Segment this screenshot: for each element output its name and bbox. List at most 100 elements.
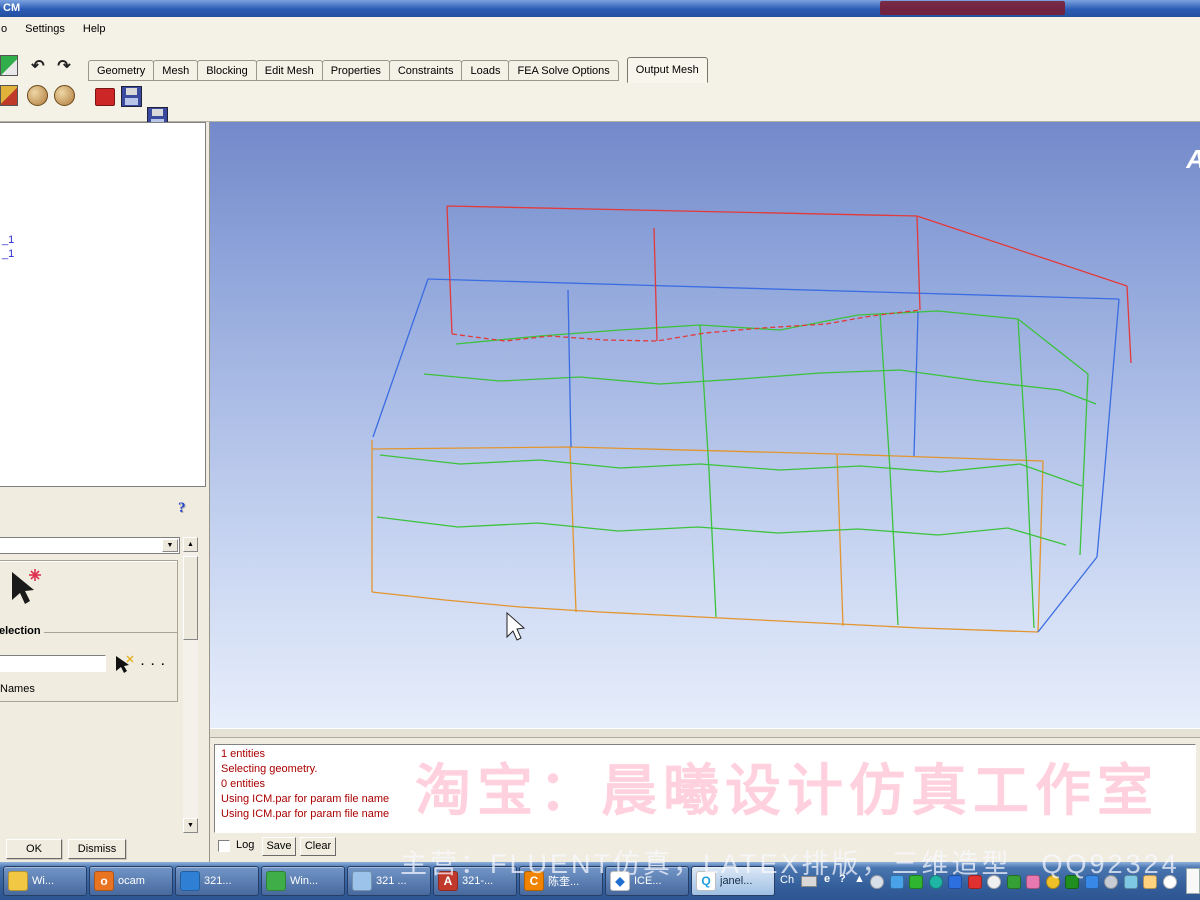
tray-icon[interactable] [1104,875,1118,889]
tray-icon[interactable] [1045,875,1060,889]
taskbar-button-label: 321-... [462,875,494,887]
media-window-icon [266,871,286,891]
taskbar-button-ocam[interactable]: o ocam [89,866,173,896]
splitter-handle[interactable] [210,728,1200,738]
tree-item[interactable]: _1 [0,233,205,247]
message-panel: 1 entities Selecting geometry. 0 entities U… [210,738,1200,862]
tab-properties[interactable]: Properties [321,60,390,81]
tray-glyph-item[interactable]: ? [839,873,846,885]
model-tree[interactable]: _1 _1 [0,122,206,487]
tray-icon[interactable] [1006,875,1021,889]
open-project-icon[interactable] [0,85,18,106]
tray-icon[interactable] [928,875,943,889]
taskbar-button-image-viewer[interactable]: 321... [175,866,259,896]
tab-edit-mesh[interactable]: Edit Mesh [255,60,323,81]
tree-item[interactable]: _1 [0,247,205,261]
taskbar-button-document[interactable]: 321 ... [347,866,431,896]
taskbar-button-icem[interactable]: ◆ ICE... [605,866,689,896]
pick-tool-icon[interactable] [4,568,42,610]
taskbar-button-label: 321... [204,875,232,887]
wireframe-edge-green [379,454,1083,487]
panel-scrollbar[interactable]: ▲ ▼ [183,537,198,833]
tray-icon[interactable] [948,875,962,889]
tray-icon[interactable] [1026,875,1040,889]
wireframe-edge-orange [569,446,577,613]
record-icon[interactable] [95,88,115,106]
viewport-3d[interactable]: A [210,122,1200,728]
menu-item-settings[interactable]: Settings [16,17,74,41]
tray-icon[interactable] [1162,875,1177,889]
undo-icon[interactable]: ↶ [26,55,50,76]
autocad-icon: A [438,871,458,891]
tray-icon[interactable] [1065,875,1079,889]
taskbar-button-pdf-reader[interactable]: C 陈奎... [519,866,603,896]
taskbar-button-label: janel... [720,875,753,887]
globe-icon-2[interactable] [54,85,75,106]
function-tabs: Geometry Mesh Blocking Edit Mesh Properties C… [88,55,708,83]
dismiss-button[interactable]: Dismiss [68,839,126,859]
new-project-icon[interactable] [0,55,18,76]
menu-item-help[interactable]: Help [74,17,115,41]
tab-blocking[interactable]: Blocking [197,60,257,81]
tray-glyph-e[interactable]: e [824,873,830,885]
tab-geometry[interactable]: Geometry [88,60,155,81]
wireframe-edge-blue [913,311,919,457]
message-log[interactable]: 1 entities Selecting geometry. 0 entities U… [214,744,1196,833]
tray-icon[interactable] [1123,875,1138,889]
log-message: Using ICM.par for param file name [221,808,390,820]
taskbar-button-explorer[interactable]: Wi... [3,866,87,896]
globe-icon[interactable] [27,85,48,106]
mesh-wireframe [371,205,1132,641]
wireframe-edge-red [916,215,921,311]
tray-icon[interactable] [909,875,923,889]
wireframe-edge-blue [1096,298,1120,558]
clear-log-button[interactable]: Clear [300,837,336,856]
app-window: CM o Settings Help Geometry Mesh Blocking Edi… [0,0,1200,900]
tray-icon[interactable] [1143,875,1157,889]
scrollbar-thumb[interactable] [183,556,198,640]
tab-mesh[interactable]: Mesh [153,60,199,81]
more-options-button[interactable]: . . . [141,656,166,668]
explorer-icon [8,871,28,891]
save-log-button[interactable]: Save [262,837,296,856]
show-desktop-button[interactable] [1186,868,1200,894]
scroll-down-icon[interactable]: ▼ [183,818,198,833]
tray-glyph-up[interactable]: ▲ [854,873,865,885]
save-icon[interactable] [121,86,142,107]
help-icon[interactable]: ? [178,500,186,517]
tab-constraints[interactable]: Constraints [388,60,463,81]
taskbar-button-label: Wi... [32,875,54,887]
tray-icon[interactable] [870,875,884,889]
selection-combobox[interactable]: ▼ [0,537,180,554]
tray-icon[interactable] [889,875,904,889]
wireframe-edge-blue [372,278,429,438]
tray-icon[interactable] [1084,875,1099,889]
tab-loads[interactable]: Loads [461,60,510,81]
pick-cursor-icon[interactable] [112,654,134,676]
selection-input[interactable] [0,655,106,672]
window-title: CM [3,2,21,14]
tab-output-mesh[interactable]: Output Mesh [626,57,708,83]
keyboard-icon[interactable] [801,876,817,887]
wireframe-edge-blue [427,278,1120,300]
taskbar-button-qq[interactable]: Qjanel... [691,866,775,896]
redo-icon[interactable]: ↷ [52,55,76,76]
taskbar-button-autocad[interactable]: A 321-... [433,866,517,896]
menu-item-o[interactable]: o [0,17,16,41]
tab-fea-solve-options[interactable]: FEA Solve Options [508,60,619,81]
log-checkbox[interactable] [218,840,230,852]
titlebar-watermark [880,1,1065,15]
language-indicator[interactable]: Ch [780,874,794,886]
taskbar-button-media-window[interactable]: Win... [261,866,345,896]
toolbar: Geometry Mesh Blocking Edit Mesh Properties C… [0,43,1200,149]
tray-icon[interactable] [967,875,982,889]
tray-icon[interactable] [987,875,1001,889]
chevron-down-icon[interactable]: ▼ [162,539,178,552]
scroll-up-icon[interactable]: ▲ [183,537,198,552]
ansys-logo: A [1186,144,1200,175]
title-bar[interactable]: CM [0,0,1200,17]
ok-button[interactable]: OK [6,839,62,859]
left-panel: _1 _1 ? ▼ ▲ ▼ election . . . Names OK Di… [0,122,210,862]
icem-icon: ◆ [610,871,630,891]
log-message: 0 entities [221,778,266,790]
